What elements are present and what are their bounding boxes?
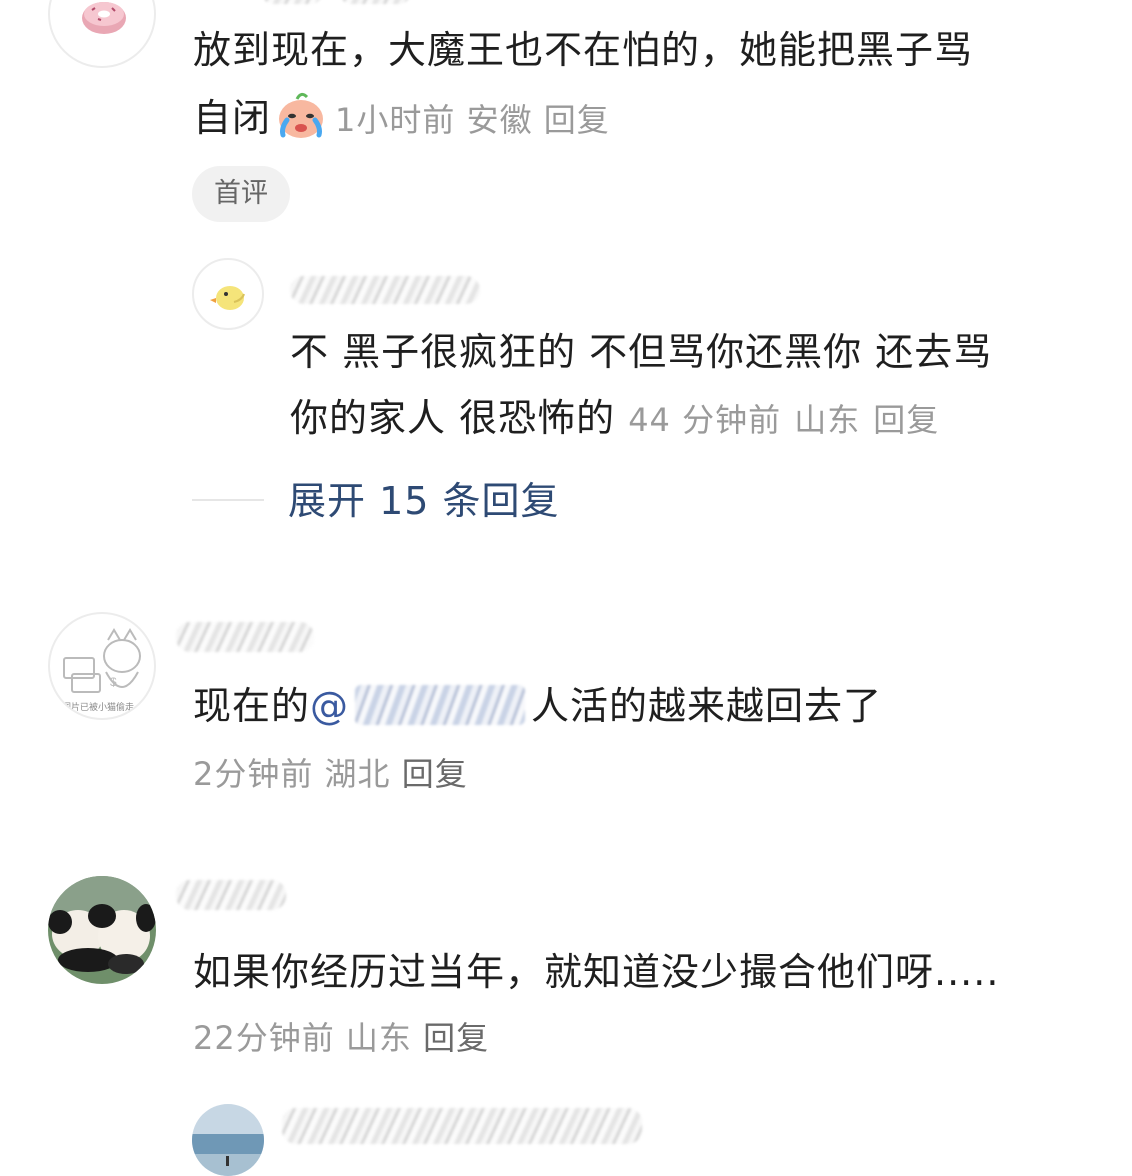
svg-text:$: $	[110, 675, 117, 689]
mention-link[interactable]: @	[310, 684, 531, 728]
comment-text: 现在的@ 人活的越来越回去了	[193, 672, 882, 740]
expand-divider	[192, 499, 264, 501]
donut-icon	[82, 2, 126, 34]
comment-time: 1小时前	[335, 101, 456, 139]
reply-location: 山东	[794, 401, 861, 439]
duck-icon	[210, 286, 245, 310]
expand-replies-link[interactable]: 展开 15 条回复	[288, 474, 560, 528]
comment-meta: 22分钟前 山东 回复	[193, 1018, 489, 1058]
comment-location: 山东	[345, 1019, 412, 1057]
username-blurred[interactable]	[282, 1108, 642, 1144]
reply-time: 44 分钟前	[628, 401, 782, 439]
comment-text-end: 人活的越来越回去了	[531, 684, 883, 728]
avatar-panda[interactable]	[48, 876, 156, 984]
comment-time: 22分钟前	[193, 1019, 335, 1057]
username-blurred[interactable]	[176, 880, 286, 910]
avatar-caption: 图片已被小猫偷走	[62, 703, 135, 713]
comment-location: 安徽	[466, 101, 533, 139]
comment-text-end: 自闭	[193, 96, 272, 140]
username-blurred[interactable]	[262, 0, 322, 4]
comment-meta: 2分钟前 湖北 回复	[193, 754, 468, 794]
reply-button[interactable]: 回复	[544, 101, 610, 139]
username-blurred[interactable]	[176, 622, 314, 652]
mention-blurred	[355, 685, 526, 725]
username-blurred[interactable]	[340, 0, 410, 4]
meta-gap	[533, 101, 544, 139]
beach-photo-avatar	[192, 1104, 264, 1176]
meta-gap	[455, 101, 466, 139]
reply-button[interactable]: 回复	[402, 755, 468, 793]
crying-face-icon	[279, 92, 324, 138]
reply-text-line2: 你的家人 很恐怖的 44 分钟前 山东 回复	[290, 384, 939, 454]
avatar-duck[interactable]	[192, 258, 264, 330]
first-comment-badge: 首评	[192, 166, 290, 222]
reply-button[interactable]: 回复	[423, 1019, 489, 1057]
comment-text-start: 现在的	[193, 684, 311, 728]
comment-text-line2: 自闭 1小时前 安徽 回复	[193, 84, 610, 154]
username-blurred[interactable]	[290, 276, 480, 304]
comment-text: 放到现在，大魔王也不在怕的，她能把黑子骂	[193, 28, 974, 72]
reply-button[interactable]: 回复	[873, 401, 939, 439]
mention-at: @	[310, 684, 350, 728]
comment-text: 如果你经历过当年，就知道没少撮合他们呀.....	[193, 950, 1000, 994]
comment-location: 湖北	[324, 755, 391, 793]
avatar-cartoon-cat[interactable]: $ 图片已被小猫偷走	[48, 612, 156, 720]
comment-time: 2分钟前	[193, 755, 314, 793]
reply-text: 不 黑子很疯狂的 不但骂你还黑你 还去骂	[290, 330, 993, 374]
panda-photo-avatar	[48, 876, 156, 984]
reply-text-end: 你的家人 很恐怖的	[290, 396, 616, 440]
avatar-donut[interactable]	[48, 0, 156, 68]
avatar-beach[interactable]	[192, 1104, 264, 1176]
